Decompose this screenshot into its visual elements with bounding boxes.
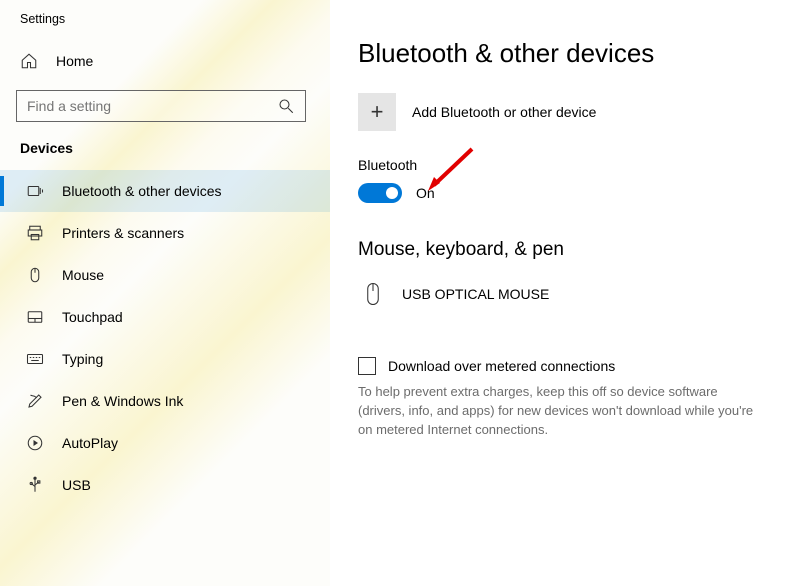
sidebar-item-bluetooth[interactable]: Bluetooth & other devices bbox=[0, 170, 330, 212]
sidebar-item-label: Printers & scanners bbox=[62, 225, 184, 241]
page-title: Bluetooth & other devices bbox=[358, 38, 768, 69]
sidebar-item-usb[interactable]: USB bbox=[0, 464, 330, 506]
search-box[interactable] bbox=[16, 90, 306, 122]
sidebar-item-label: Mouse bbox=[62, 267, 104, 283]
app-title: Settings bbox=[16, 8, 330, 44]
printer-icon bbox=[26, 224, 44, 242]
sidebar-item-label: USB bbox=[62, 477, 91, 493]
sidebar-item-printers[interactable]: Printers & scanners bbox=[0, 212, 330, 254]
sidebar-item-label: Pen & Windows Ink bbox=[62, 393, 183, 409]
sidebar-item-typing[interactable]: Typing bbox=[0, 338, 330, 380]
sidebar: Settings Home Devices Bluetooth & other … bbox=[0, 0, 330, 586]
plus-icon: + bbox=[358, 93, 396, 131]
search-input[interactable] bbox=[27, 98, 277, 114]
toggle-state-label: On bbox=[416, 185, 435, 201]
sidebar-nav: Bluetooth & other devices Printers & sca… bbox=[16, 170, 330, 506]
add-device-label: Add Bluetooth or other device bbox=[412, 104, 596, 120]
bluetooth-toggle[interactable] bbox=[358, 183, 402, 203]
sidebar-item-mouse[interactable]: Mouse bbox=[0, 254, 330, 296]
mouse-icon bbox=[26, 266, 44, 284]
metered-help-text: To help prevent extra charges, keep this… bbox=[358, 383, 758, 440]
home-icon bbox=[20, 52, 38, 70]
main-content: Bluetooth & other devices + Add Bluetoot… bbox=[330, 0, 800, 586]
touchpad-icon bbox=[26, 308, 44, 326]
mouse-device-icon bbox=[364, 277, 382, 311]
usb-icon bbox=[26, 476, 44, 494]
sidebar-section-title: Devices bbox=[16, 140, 330, 156]
home-link[interactable]: Home bbox=[16, 44, 330, 78]
device-group-title: Mouse, keyboard, & pen bbox=[358, 239, 768, 261]
device-item[interactable]: USB OPTICAL MOUSE bbox=[358, 273, 768, 357]
sidebar-item-label: AutoPlay bbox=[62, 435, 118, 451]
keyboard-icon bbox=[26, 350, 44, 368]
autoplay-icon bbox=[26, 434, 44, 452]
bluetooth-icon bbox=[26, 182, 44, 200]
search-icon bbox=[277, 97, 295, 115]
pen-icon bbox=[26, 392, 44, 410]
sidebar-item-label: Bluetooth & other devices bbox=[62, 183, 222, 199]
sidebar-item-label: Touchpad bbox=[62, 309, 123, 325]
add-device-button[interactable]: + Add Bluetooth or other device bbox=[358, 93, 768, 131]
bluetooth-label: Bluetooth bbox=[358, 157, 768, 173]
home-label: Home bbox=[56, 53, 93, 69]
metered-checkbox-label: Download over metered connections bbox=[388, 358, 615, 374]
sidebar-item-label: Typing bbox=[62, 351, 103, 367]
device-name: USB OPTICAL MOUSE bbox=[402, 286, 549, 302]
sidebar-item-touchpad[interactable]: Touchpad bbox=[0, 296, 330, 338]
sidebar-item-pen[interactable]: Pen & Windows Ink bbox=[0, 380, 330, 422]
sidebar-item-autoplay[interactable]: AutoPlay bbox=[0, 422, 330, 464]
metered-checkbox[interactable] bbox=[358, 357, 376, 375]
